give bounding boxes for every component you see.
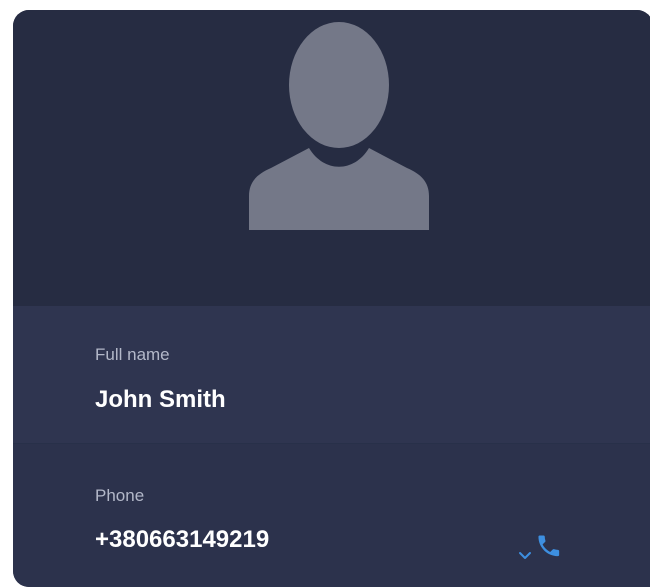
- contact-card: Full name John Smith Phone +380663149219: [13, 10, 650, 587]
- full-name-label: Full name: [95, 345, 170, 364]
- phone-label: Phone: [95, 486, 145, 505]
- phone-value: +380663149219: [95, 526, 270, 553]
- phone-row: Phone +380663149219: [13, 444, 650, 587]
- full-name-row: Full name John Smith: [13, 306, 650, 444]
- full-name-value: John Smith: [95, 386, 226, 413]
- avatar-icon: [249, 22, 429, 230]
- phone-call-icon: [538, 535, 560, 557]
- avatar-area: [13, 10, 650, 306]
- call-button[interactable]: [513, 518, 575, 568]
- chevron-down-icon: [519, 552, 531, 559]
